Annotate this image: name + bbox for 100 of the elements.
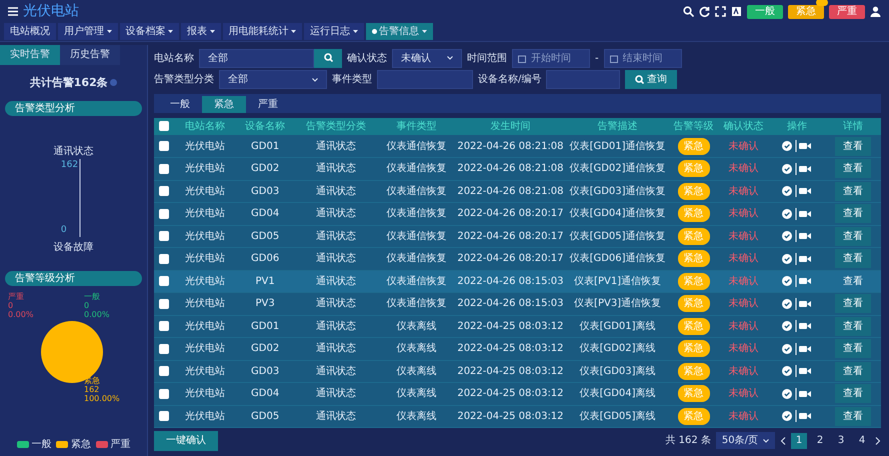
view-button[interactable]: 查看 [834,294,871,314]
nav-tab[interactable]: 运行日志 [304,23,364,40]
nav-tab[interactable]: 用电能耗统计 [222,23,302,40]
row-checkbox[interactable] [159,231,169,242]
confirm-all-button[interactable]: 一键确认 [154,430,218,450]
date-field[interactable]: 结束时间 [604,48,682,68]
check-circle-icon[interactable] [782,344,792,354]
app-title: 光伏电站 [23,2,79,21]
table-cell: GD05 [251,410,280,422]
page-button[interactable]: 3 [833,432,849,448]
video-camera-icon[interactable] [799,277,812,286]
search-icon[interactable] [683,6,694,16]
video-camera-icon[interactable] [799,344,812,353]
row-checkbox[interactable] [159,344,169,354]
row-checkbox[interactable] [159,140,169,151]
document-icon[interactable] [731,6,742,16]
check-circle-icon[interactable] [782,231,792,242]
row-checkbox[interactable] [159,411,169,422]
page-button[interactable]: 2 [812,432,828,448]
view-button[interactable]: 查看 [834,316,871,336]
search-button[interactable] [314,48,342,68]
nav-tab[interactable]: 报表 [181,23,220,40]
check-circle-icon[interactable] [782,298,792,309]
menu-icon[interactable] [8,6,18,16]
search-icon [324,53,332,62]
video-camera-icon[interactable] [799,300,812,308]
row-checkbox[interactable] [159,208,169,219]
video-camera-icon[interactable] [799,164,812,173]
nav-tab[interactable]: 设备档案 [120,23,179,40]
row-checkbox[interactable] [159,366,169,376]
check-circle-icon[interactable] [782,254,792,264]
select-field[interactable]: 全部 [219,70,327,89]
next-page-icon[interactable] [875,436,881,444]
date-field[interactable]: 开始时间 [512,48,590,68]
table-cell: 仪表[GD02]通信恢复 [570,163,666,174]
check-circle-icon[interactable] [782,411,792,422]
select-all-checkbox[interactable] [159,121,169,132]
table-cell: 2022-04-25 08:03:12 [457,410,564,422]
table-cell: 通讯状态 [316,298,356,310]
table-cell: 通讯状态 [316,388,356,400]
level-tab[interactable]: 一般 [158,96,202,113]
video-camera-icon[interactable] [799,254,812,263]
refresh-icon[interactable] [699,6,710,16]
fullscreen-icon[interactable] [715,6,726,16]
check-circle-icon[interactable] [782,141,792,151]
page-size-select[interactable]: 50条/页 [716,432,775,449]
row-checkbox[interactable] [159,298,169,309]
view-button[interactable]: 查看 [834,406,871,426]
row-checkbox[interactable] [159,388,169,399]
view-button[interactable]: 查看 [834,159,871,178]
check-circle-icon[interactable] [782,186,792,196]
nav-tab[interactable]: 电站概况 [4,23,56,40]
user-icon[interactable] [870,6,881,16]
text-field[interactable] [546,70,620,89]
level-tag: 紧急 [678,295,710,312]
video-camera-icon[interactable] [799,187,812,196]
text-field[interactable] [377,70,473,89]
check-circle-icon[interactable] [782,321,792,332]
video-camera-icon[interactable] [799,322,812,330]
select-field[interactable]: 未确认 [392,48,462,68]
sidebar-tab[interactable]: 实时告警 [0,44,60,64]
row-checkbox[interactable] [159,321,169,332]
nav-tab[interactable]: 用户管理 [58,23,118,40]
video-camera-icon[interactable] [799,232,812,240]
video-camera-icon[interactable] [799,142,812,150]
previous-page-icon[interactable] [780,436,786,444]
view-button[interactable]: 查看 [834,182,871,201]
check-circle-icon[interactable] [782,164,792,174]
check-circle-icon[interactable] [782,366,792,376]
column-header: 确认状态 [724,121,764,132]
check-circle-icon[interactable] [782,208,792,219]
video-camera-icon[interactable] [799,412,812,420]
view-button[interactable]: 查看 [834,384,871,404]
view-button[interactable]: 查看 [834,362,871,381]
row-checkbox[interactable] [159,186,169,196]
check-circle-icon[interactable] [782,388,792,399]
video-camera-icon[interactable] [799,390,812,398]
check-circle-icon[interactable] [782,276,792,286]
row-checkbox[interactable] [159,164,169,174]
page-button[interactable]: 1 [791,432,807,448]
table-cell: 光伏电站 [185,140,226,152]
view-button[interactable]: 查看 [834,136,871,156]
query-button[interactable]: 查询 [625,70,677,89]
nav-tab[interactable]: 告警信息 [366,23,432,40]
view-button[interactable]: 查看 [834,204,871,224]
level-tab[interactable]: 严重 [246,96,290,113]
row-checkbox[interactable] [159,276,169,286]
view-button[interactable]: 查看 [834,249,871,268]
range-separator: - [595,52,599,66]
search-field[interactable]: 全部 [199,48,314,68]
level-tab[interactable]: 紧急 [202,96,246,113]
page-button[interactable]: 4 [854,432,870,448]
view-button[interactable]: 查看 [834,339,871,358]
video-camera-icon[interactable] [799,367,812,376]
alarm-filter-button[interactable]: 严重 [829,4,865,18]
sidebar-tab[interactable]: 历史告警 [60,44,120,64]
view-button[interactable]: 查看 [834,226,871,246]
column-header: 电站名称 [185,121,226,132]
video-camera-icon[interactable] [799,210,812,218]
row-checkbox[interactable] [159,254,169,264]
